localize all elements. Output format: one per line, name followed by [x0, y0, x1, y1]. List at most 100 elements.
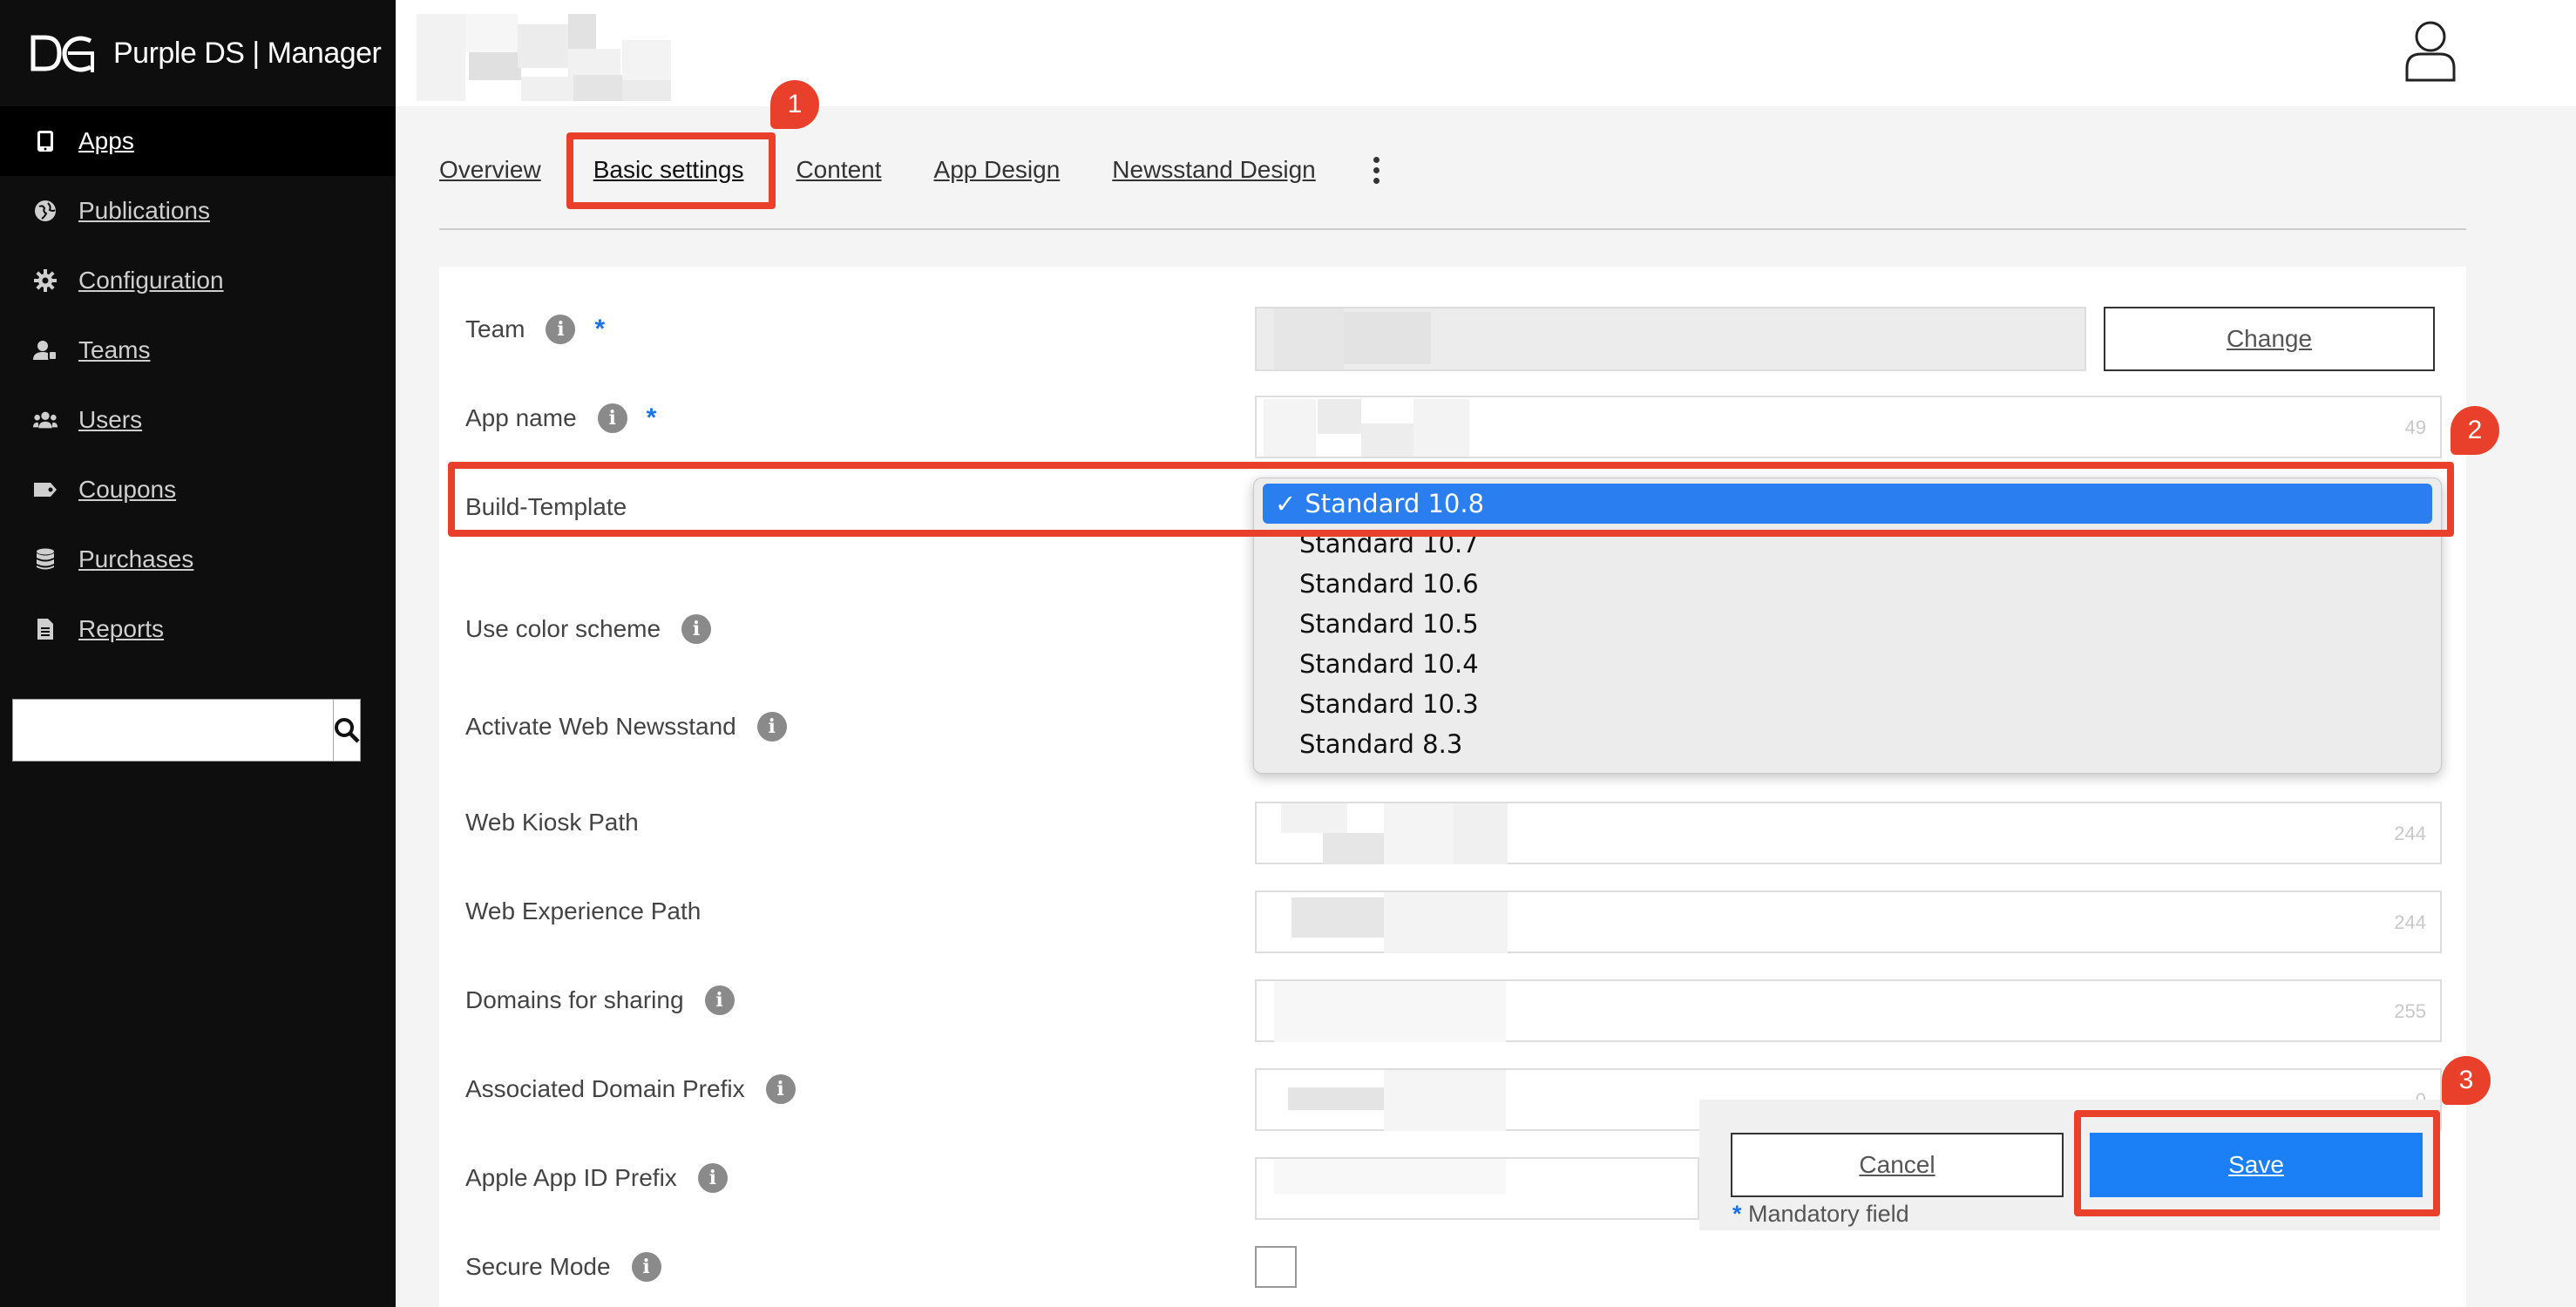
info-icon[interactable]: i: [681, 614, 712, 644]
tab-overview[interactable]: Overview: [439, 156, 541, 184]
sidebar-item-label: Publications: [78, 197, 210, 224]
sidebar-search-input[interactable]: [13, 700, 333, 761]
sidebar: Purple DS | Manager Apps Publications Co…: [0, 0, 396, 1307]
sidebar-item-label: Users: [78, 406, 143, 433]
tab-bar: Overview Basic settings Content App Desi…: [439, 148, 1386, 192]
users-icon: [33, 408, 58, 432]
change-team-button[interactable]: Change: [2104, 307, 2435, 371]
team-field: [1255, 307, 2086, 371]
required-marker: *: [1732, 1201, 1742, 1227]
sidebar-item-label: Purchases: [78, 545, 194, 572]
web-kiosk-path-label-row: Web Kiosk Path: [465, 805, 639, 840]
character-counter: 255: [2394, 1000, 2426, 1022]
app-name-label: App name: [465, 404, 577, 431]
sidebar-nav: Apps Publications Configuration Teams Us…: [0, 106, 396, 664]
build-template-label-row: Build-Template: [465, 490, 627, 525]
secure-mode-label: Secure Mode: [465, 1253, 611, 1280]
database-icon: [33, 547, 58, 572]
search-icon: [335, 718, 360, 743]
globe-icon: [33, 199, 58, 223]
sidebar-search-button[interactable]: [333, 700, 360, 761]
apple-app-id-prefix-input[interactable]: [1255, 1157, 1699, 1220]
sidebar-item-apps[interactable]: Apps: [0, 106, 396, 176]
sidebar-item-label: Teams: [78, 336, 151, 363]
associated-domain-prefix-label-row: Associated Domain Prefix i: [465, 1072, 796, 1107]
option-label: Standard 10.8: [1305, 489, 1485, 518]
sidebar-item-purchases[interactable]: Purchases: [0, 525, 396, 594]
dropdown-option[interactable]: Standard 10.6: [1254, 564, 2441, 604]
dropdown-option[interactable]: Standard 10.4: [1254, 644, 2441, 684]
web-kiosk-path-input[interactable]: 244: [1255, 802, 2442, 864]
more-tabs-icon[interactable]: [1368, 156, 1386, 184]
info-icon[interactable]: i: [756, 712, 787, 742]
web-kiosk-path-label: Web Kiosk Path: [465, 809, 639, 836]
sidebar-search: [12, 699, 361, 762]
dropdown-option[interactable]: Standard 10.3: [1254, 684, 2441, 724]
cancel-button[interactable]: Cancel: [1731, 1133, 2064, 1197]
sidebar-item-label: Reports: [78, 615, 165, 642]
sidebar-item-coupons[interactable]: Coupons: [0, 455, 396, 525]
tab-app-design[interactable]: App Design: [934, 156, 1061, 184]
document-icon: [33, 617, 58, 641]
team-label-row: Team i *: [465, 312, 605, 347]
apple-app-id-prefix-label: Apple App ID Prefix: [465, 1164, 677, 1191]
sidebar-item-publications[interactable]: Publications: [0, 176, 396, 246]
sidebar-item-teams[interactable]: Teams: [0, 315, 396, 385]
info-icon[interactable]: i: [597, 403, 627, 433]
info-icon[interactable]: i: [765, 1074, 796, 1104]
secure-mode-label-row: Secure Mode i: [465, 1249, 661, 1284]
dropdown-option[interactable]: Standard 10.5: [1254, 604, 2441, 644]
sidebar-item-users[interactable]: Users: [0, 385, 396, 455]
required-marker: *: [646, 403, 657, 432]
web-experience-path-label-row: Web Experience Path: [465, 894, 701, 929]
app-name-input[interactable]: 49: [1255, 396, 2442, 458]
build-template-dropdown[interactable]: ✓ Standard 10.8 Standard 10.7 Standard 1…: [1253, 477, 2442, 774]
info-icon[interactable]: i: [704, 985, 735, 1015]
dropdown-option[interactable]: Standard 8.3: [1254, 724, 2441, 764]
domains-for-sharing-label: Domains for sharing: [465, 986, 684, 1013]
team-icon: [33, 338, 58, 362]
tab-newsstand-design[interactable]: Newsstand Design: [1112, 156, 1315, 184]
logo-text: Purple DS | Manager: [113, 36, 382, 70]
dropdown-option[interactable]: Standard 10.7: [1254, 524, 2441, 564]
info-icon[interactable]: i: [631, 1252, 661, 1282]
top-header: [396, 0, 2576, 106]
app-logo[interactable]: Purple DS | Manager: [30, 31, 382, 75]
build-template-label: Build-Template: [465, 493, 627, 520]
dropdown-option-selected[interactable]: ✓ Standard 10.8: [1263, 484, 2432, 524]
coupon-icon: [33, 477, 58, 502]
sidebar-item-label: Coupons: [78, 476, 177, 503]
activate-web-newsstand-label-row: Activate Web Newsstand i: [465, 709, 787, 744]
web-experience-path-label: Web Experience Path: [465, 897, 702, 924]
character-counter: 244: [2394, 911, 2426, 933]
tab-basic-settings[interactable]: Basic settings: [593, 156, 744, 184]
web-experience-path-input[interactable]: 244: [1255, 891, 2442, 953]
character-counter: 49: [2404, 416, 2426, 438]
required-marker: *: [594, 315, 606, 343]
gear-icon: [33, 268, 58, 293]
user-account-icon[interactable]: [2403, 19, 2457, 82]
form-action-bar: Cancel Save * Mandatory field: [1699, 1100, 2440, 1230]
sidebar-item-reports[interactable]: Reports: [0, 594, 396, 664]
save-button[interactable]: Save: [2090, 1133, 2423, 1197]
annotation-badge-3: 3: [2442, 1056, 2491, 1105]
purple-ds-logo-icon: [31, 35, 94, 72]
secure-mode-checkbox[interactable]: [1255, 1246, 1297, 1288]
annotation-badge-2: 2: [2451, 406, 2499, 455]
app-icon-pixelated: [417, 14, 695, 101]
sidebar-item-configuration[interactable]: Configuration: [0, 246, 396, 315]
associated-domain-prefix-label: Associated Domain Prefix: [465, 1075, 745, 1102]
info-icon[interactable]: i: [546, 315, 576, 344]
app-name-label-row: App name i *: [465, 401, 656, 436]
annotation-badge-1: 1: [770, 80, 819, 129]
info-icon[interactable]: i: [697, 1163, 728, 1193]
sidebar-item-label: Configuration: [78, 267, 224, 294]
use-color-scheme-label: Use color scheme: [465, 615, 661, 642]
use-color-scheme-label-row: Use color scheme i: [465, 612, 712, 647]
tab-content[interactable]: Content: [796, 156, 881, 184]
mandatory-note: * Mandatory field: [1732, 1201, 1909, 1228]
tab-divider: [439, 228, 2466, 230]
tablet-icon: [33, 129, 58, 153]
domains-for-sharing-input[interactable]: 255: [1255, 979, 2442, 1042]
apple-app-id-prefix-label-row: Apple App ID Prefix i: [465, 1161, 728, 1195]
